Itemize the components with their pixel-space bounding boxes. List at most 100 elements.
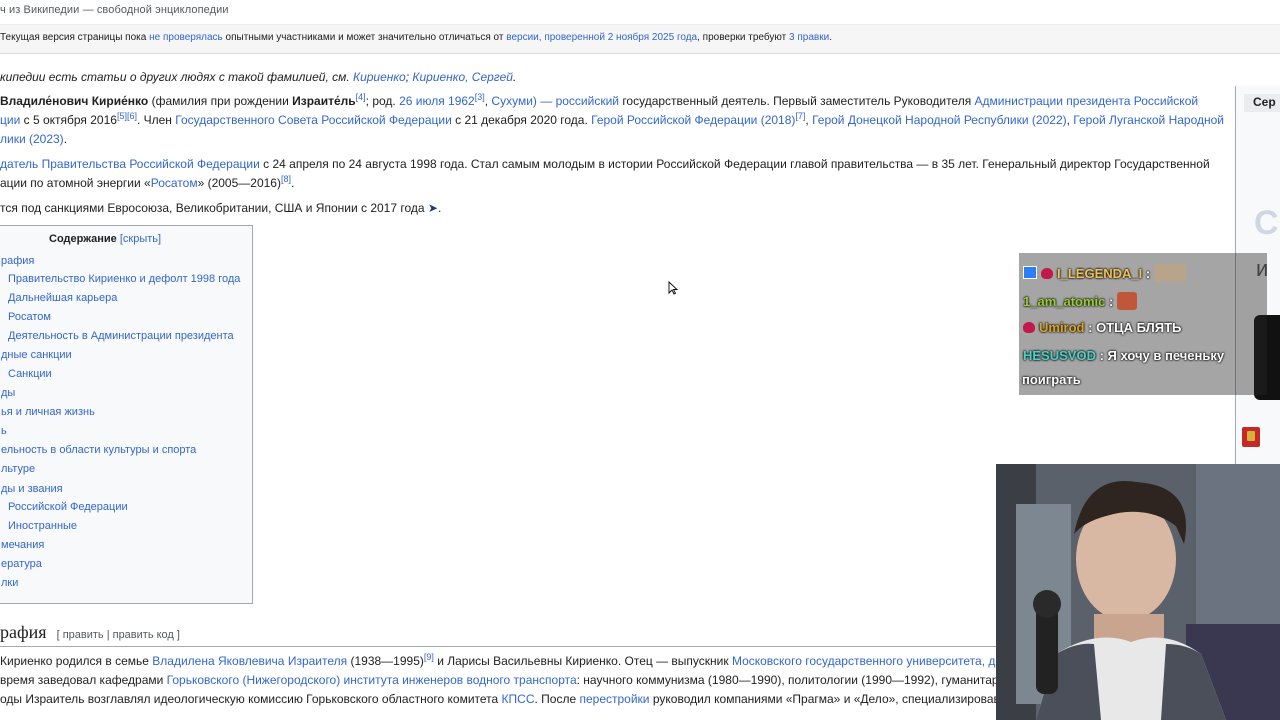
toc-item-in-culture[interactable]: льтуре bbox=[1, 463, 35, 475]
section-title: рафия bbox=[0, 622, 47, 642]
toc-title: Содержание [скрыть] bbox=[49, 233, 161, 245]
ref-9[interactable]: [9] bbox=[424, 652, 434, 662]
chat-message: I_LEGENDA_I : bbox=[1023, 264, 1187, 282]
hero-lnr-link-cont[interactable]: лики (2023) bbox=[0, 132, 64, 146]
infobox-header-text: Сер bbox=[1253, 95, 1276, 109]
chat-separator: : bbox=[1105, 294, 1114, 309]
birth-place-link[interactable]: Сухуми) — российский bbox=[491, 94, 619, 108]
chat-separator: : bbox=[1142, 266, 1151, 281]
revision-notice: Текущая версия страницы пока не проверял… bbox=[0, 24, 1280, 54]
hatnote-link-kirienko[interactable]: Кириенко bbox=[353, 70, 406, 84]
lead-text: (фамилия при рождении bbox=[148, 94, 293, 108]
section-divider bbox=[0, 646, 1000, 647]
institute-link[interactable]: Горьковского (Нижегородского) института … bbox=[167, 673, 577, 687]
bio-line-1: Кириенко родился в семье Владилена Яковл… bbox=[0, 652, 1007, 671]
hatnote-link-kirienko-sergey[interactable]: Кириенко, Сергей bbox=[412, 70, 513, 84]
toc-item-administration[interactable]: Деятельность в Администрации президента bbox=[8, 330, 234, 342]
notice-edits-link[interactable]: 3 правки bbox=[789, 32, 829, 43]
lead2-line-2: ации по атомной энергии «Росатом» (2005—… bbox=[0, 174, 294, 193]
toc-item-notes[interactable]: мечания bbox=[1, 539, 44, 551]
notice-text: Текущая версия страницы пока не проверял… bbox=[0, 32, 832, 43]
admin-link-cont[interactable]: ции bbox=[0, 113, 20, 127]
toc-item-sanctions[interactable]: Санкции bbox=[8, 368, 52, 380]
webcam-overlay bbox=[996, 464, 1280, 720]
heart-badge-icon bbox=[1023, 322, 1035, 333]
chat-message: 1_am_atomic : bbox=[1023, 292, 1138, 310]
toc-item-awards-rf[interactable]: Российской Федерации bbox=[8, 501, 128, 513]
heart-badge-icon bbox=[1041, 268, 1053, 279]
section-edit-links[interactable]: [ править | править код ] bbox=[57, 629, 180, 641]
chat-separator: : bbox=[1084, 320, 1097, 335]
ref-3[interactable]: [3] bbox=[475, 92, 485, 102]
birth-date-link[interactable]: 26 июля 1962 bbox=[399, 94, 475, 108]
lead-text: ации по атомной энергии « bbox=[0, 176, 151, 190]
lead-text: . bbox=[63, 132, 68, 146]
emote-icon bbox=[1117, 292, 1138, 310]
lead2-line-1: датель Правительства Российской Федераци… bbox=[0, 155, 1210, 174]
notice-prefix: Текущая версия страницы пока bbox=[0, 32, 150, 43]
lead-text: с 24 апреля по 24 августа 1998 года. Ста… bbox=[259, 157, 1210, 171]
state-council-link[interactable]: Государственного Совета Российской Федер… bbox=[175, 113, 452, 127]
chat-separator: : bbox=[1095, 348, 1108, 363]
ref-5-6[interactable]: [5][6] bbox=[117, 111, 137, 121]
notice-suffix: . bbox=[829, 32, 832, 43]
lead-text: ; род. bbox=[365, 94, 400, 108]
ref-7[interactable]: [7] bbox=[795, 111, 805, 121]
stream-chat-overlay: I_LEGENDA_I : 1_am_atomic : Umirod : ОТЦ… bbox=[1019, 253, 1267, 395]
mouse-cursor-icon bbox=[668, 281, 678, 295]
lead-text: » (2005—2016) bbox=[197, 176, 281, 190]
hero-lnr-link[interactable]: Герой Луганской Народной bbox=[1073, 113, 1224, 127]
admin-link[interactable]: Администрации президента Российской bbox=[975, 94, 1199, 108]
tab-title: ч из Википедии — свободной энциклопедии bbox=[0, 4, 229, 16]
gov-chairman-link[interactable]: датель Правительства Российской Федераци… bbox=[0, 157, 260, 171]
prime-badge-icon bbox=[1023, 266, 1037, 279]
kpss-link[interactable]: КПСС bbox=[502, 692, 535, 706]
toc-item-culture-sport[interactable]: ельность в области культуры и спорта bbox=[1, 444, 196, 456]
msu-link[interactable]: Московского государственного университет… bbox=[732, 654, 1007, 668]
toc-item-literature[interactable]: ература bbox=[1, 558, 42, 570]
toc-hide-link[interactable]: [скрыть] bbox=[120, 233, 161, 245]
chat-text: поиграть bbox=[1022, 372, 1081, 387]
bio-text: руководил компаниями «Прагма» и «Дело», … bbox=[649, 692, 1010, 706]
bio-text: оды Израитель возглавлял идеологическую … bbox=[0, 692, 502, 706]
lead-text: государственный деятель. Первый заместит… bbox=[618, 94, 975, 108]
chat-username: I_LEGENDA_I bbox=[1057, 266, 1143, 281]
ref-4[interactable]: [4] bbox=[356, 92, 366, 102]
toc-item-government[interactable]: Правительство Кириенко и дефолт 1998 год… bbox=[8, 273, 240, 285]
rosatom-link[interactable]: Росатом bbox=[151, 176, 198, 190]
hero-dnr-link[interactable]: Герой Донецкой Народной Республики (2022… bbox=[812, 113, 1067, 127]
bio-line-2: время заведовал кафедрами Горьковского (… bbox=[0, 671, 1005, 690]
toc-item-awards-foreign[interactable]: Иностранные bbox=[8, 520, 77, 532]
toc-item-international-sanctions[interactable]: дные санкции bbox=[1, 349, 72, 361]
toc-item-career[interactable]: Дальнейшая карьера bbox=[8, 292, 117, 304]
chat-message-continuation: поиграть bbox=[1022, 372, 1081, 387]
toc-item-wealth[interactable]: ь bbox=[1, 425, 7, 437]
webcam-image bbox=[996, 464, 1280, 720]
coat-of-arms-icon bbox=[1242, 427, 1260, 447]
toc-item-links[interactable]: лки bbox=[1, 577, 18, 589]
toc-item-biography[interactable]: рафия bbox=[1, 255, 34, 267]
chat-text: ОТЦА БЛЯТЬ bbox=[1096, 320, 1182, 335]
notice-unchecked-link[interactable]: не проверялась bbox=[149, 32, 223, 43]
bio-text: . После bbox=[534, 692, 580, 706]
bio-line-3: оды Израитель возглавлял идеологическую … bbox=[0, 690, 1010, 709]
lead-name: Владиле́нович Кирие́нко bbox=[0, 94, 149, 108]
lead-line-1: Владиле́нович Кирие́нко (фамилия при рож… bbox=[0, 92, 1198, 111]
notice-mid: опытными участниками и может значительно… bbox=[222, 32, 507, 43]
toc-item-views[interactable]: ды bbox=[1, 387, 15, 399]
toc-item-family[interactable]: ья и личная жизнь bbox=[1, 406, 95, 418]
hatnote: кипедии есть статьи о других людях с так… bbox=[0, 70, 516, 84]
lead-text: . bbox=[437, 201, 442, 215]
chat-username: HESUSVOD bbox=[1023, 348, 1096, 363]
notice-version-link[interactable]: версии, проверенной 2 ноября 2025 года bbox=[506, 32, 697, 43]
hero-rf-link[interactable]: Герой Российской Федерации (2018) bbox=[591, 113, 795, 127]
lead-text: . Член bbox=[136, 113, 176, 127]
lead-text: . bbox=[290, 176, 295, 190]
father-link[interactable]: Владилена Яковлевича Израителя bbox=[152, 654, 347, 668]
infobox-header: Сер bbox=[1244, 94, 1280, 112]
ref-8[interactable]: [8] bbox=[281, 174, 291, 184]
perestroika-link[interactable]: перестройки bbox=[579, 692, 649, 706]
toc-item-awards[interactable]: ды и звания bbox=[1, 483, 63, 495]
sanctions-arrow-link[interactable]: ➤ bbox=[428, 201, 438, 215]
toc-item-rosatom[interactable]: Росатом bbox=[8, 311, 51, 323]
